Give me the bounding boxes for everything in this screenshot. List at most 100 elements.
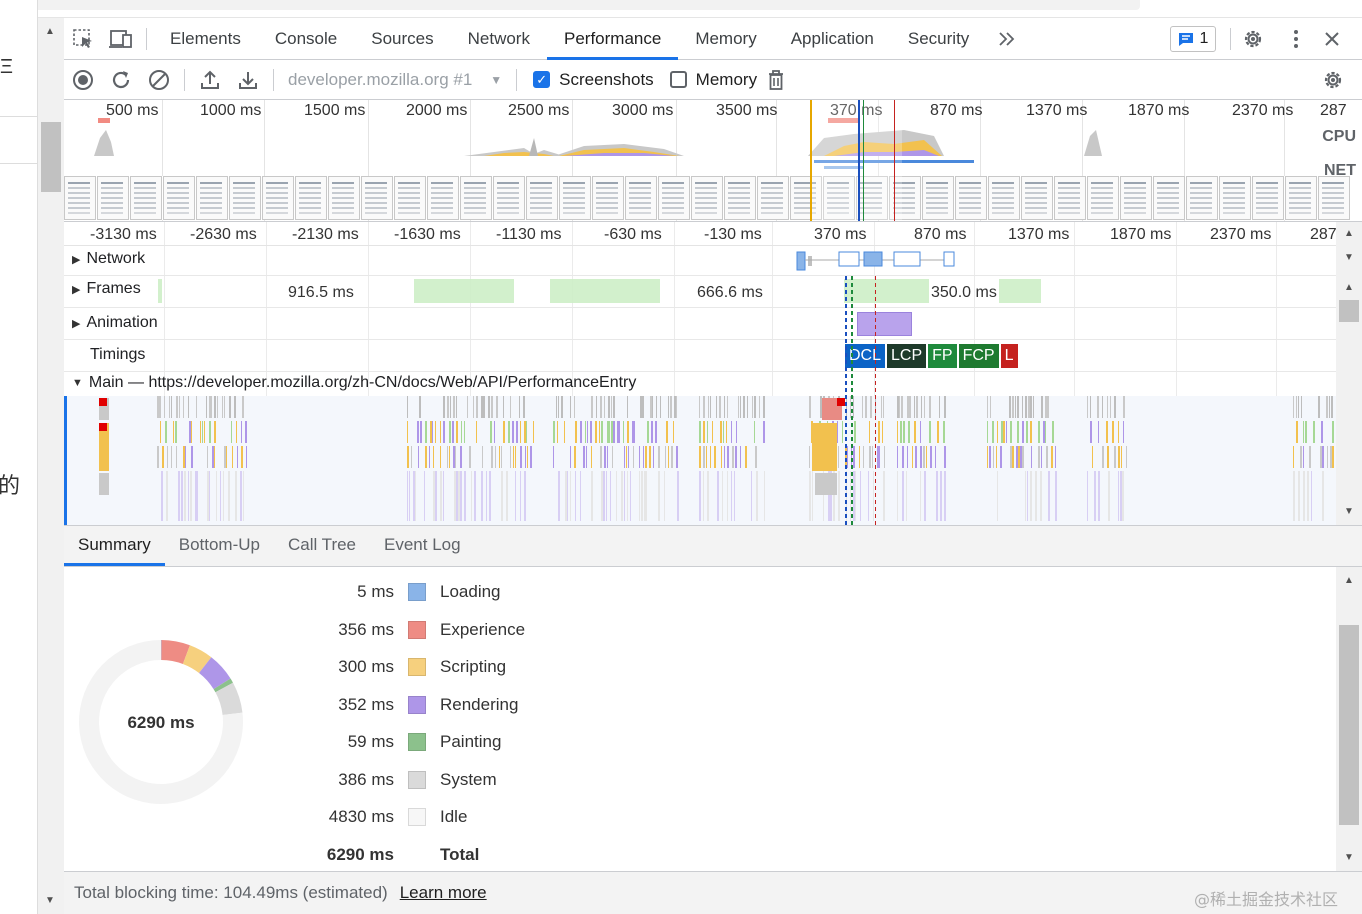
timeline-scroll-thumb[interactable] bbox=[1339, 300, 1359, 322]
flamechart-bar[interactable] bbox=[1313, 421, 1315, 443]
flamechart-bar[interactable] bbox=[727, 471, 728, 521]
flamechart-bar[interactable] bbox=[574, 446, 576, 468]
flamechart-bar[interactable] bbox=[591, 471, 593, 521]
screenshot-thumbnail[interactable] bbox=[262, 176, 294, 220]
flamechart-bar[interactable] bbox=[897, 471, 898, 521]
flamechart-bar[interactable] bbox=[185, 446, 186, 468]
flamechart-bar[interactable] bbox=[921, 396, 922, 418]
flamechart-bar[interactable] bbox=[878, 421, 880, 443]
scroll-down-arrow-icon[interactable]: ▼ bbox=[1344, 252, 1354, 263]
main-thread-flamechart[interactable] bbox=[64, 396, 1336, 525]
flamechart-bar[interactable] bbox=[809, 471, 811, 521]
flamechart-bar[interactable] bbox=[188, 471, 189, 521]
flamechart-bar[interactable] bbox=[456, 396, 457, 418]
flamechart-bar[interactable] bbox=[1038, 421, 1040, 443]
inspect-element-icon[interactable] bbox=[64, 20, 102, 58]
flamechart-bar[interactable] bbox=[519, 396, 520, 418]
flamechart-bar[interactable] bbox=[420, 421, 422, 443]
flamechart-bar[interactable] bbox=[1055, 446, 1056, 468]
tab-elements[interactable]: Elements bbox=[153, 18, 258, 60]
flamechart-bar[interactable] bbox=[626, 446, 627, 468]
flamechart-bar[interactable] bbox=[935, 446, 936, 468]
flamechart-bar[interactable] bbox=[1027, 471, 1028, 521]
flamechart-bar[interactable] bbox=[1020, 446, 1022, 468]
flamechart-bar[interactable] bbox=[231, 421, 232, 443]
flamechart-bar[interactable] bbox=[207, 471, 209, 521]
flamechart-bar[interactable] bbox=[600, 446, 602, 468]
flamechart-bar[interactable] bbox=[726, 421, 727, 443]
flamechart-bar[interactable] bbox=[901, 396, 903, 418]
flamechart-bar[interactable] bbox=[1022, 446, 1024, 468]
flamechart-bar[interactable] bbox=[503, 421, 505, 443]
flamechart-bar[interactable] bbox=[1118, 421, 1119, 443]
screenshot-thumbnail[interactable] bbox=[328, 176, 360, 220]
flamechart-bar[interactable] bbox=[503, 396, 504, 418]
flamechart-bar[interactable] bbox=[609, 421, 610, 443]
tab-sources[interactable]: Sources bbox=[354, 18, 450, 60]
frames-track[interactable]: ▶ Frames 916.5 ms 666.6 ms 350.0 ms bbox=[64, 276, 1336, 308]
flamechart-bar[interactable] bbox=[736, 421, 737, 443]
flamechart-bar[interactable] bbox=[740, 446, 741, 468]
flamechart-bar[interactable] bbox=[604, 446, 606, 468]
flamechart-bar[interactable] bbox=[612, 446, 613, 468]
system-bar[interactable] bbox=[99, 473, 109, 495]
flamechart-bar[interactable] bbox=[883, 396, 884, 418]
screenshot-thumbnail[interactable] bbox=[1054, 176, 1086, 220]
flamechart-bar[interactable] bbox=[204, 421, 205, 443]
flamechart-bar[interactable] bbox=[407, 471, 408, 521]
flamechart-bar[interactable] bbox=[167, 446, 168, 468]
expand-triangle-icon[interactable]: ▶ bbox=[72, 283, 80, 296]
flamechart-bar[interactable] bbox=[1311, 471, 1312, 521]
flamechart-bar[interactable] bbox=[179, 396, 180, 418]
record-icon[interactable] bbox=[64, 61, 102, 99]
network-track[interactable]: ▶ Network bbox=[64, 246, 1336, 276]
flamechart-bar[interactable] bbox=[1327, 446, 1328, 468]
flamechart-bar[interactable] bbox=[435, 421, 436, 443]
flamechart-bar[interactable] bbox=[710, 446, 711, 468]
flamechart-bar[interactable] bbox=[417, 421, 419, 443]
flamechart-bar[interactable] bbox=[1025, 471, 1026, 521]
flamechart-bar[interactable] bbox=[1025, 396, 1027, 418]
flamechart-bar[interactable] bbox=[924, 471, 926, 521]
flamechart-bar[interactable] bbox=[639, 471, 640, 521]
flamechart-bar[interactable] bbox=[591, 446, 592, 468]
flamechart-bar[interactable] bbox=[520, 446, 522, 468]
flamechart-bar[interactable] bbox=[1331, 396, 1333, 418]
flamechart-bar[interactable] bbox=[419, 396, 421, 418]
flamechart-bar[interactable] bbox=[595, 421, 597, 443]
flamechart-bar[interactable] bbox=[989, 446, 991, 468]
flamechart-bar[interactable] bbox=[652, 396, 653, 418]
flamechart-bar[interactable] bbox=[755, 446, 757, 468]
flamechart-bar[interactable] bbox=[642, 396, 644, 418]
flamechart-bar[interactable] bbox=[433, 471, 435, 521]
flamechart-bar[interactable] bbox=[706, 446, 707, 468]
flamechart-bar[interactable] bbox=[460, 471, 462, 521]
screenshot-thumbnail[interactable] bbox=[1219, 176, 1251, 220]
animation-track[interactable]: ▶ Animation bbox=[64, 308, 1336, 340]
flamechart-bar[interactable] bbox=[456, 471, 458, 521]
issues-badge[interactable]: 1 bbox=[1170, 26, 1216, 52]
flamechart-bar[interactable] bbox=[990, 396, 991, 418]
flamechart-bar[interactable] bbox=[853, 396, 854, 418]
flamechart-bar[interactable] bbox=[224, 396, 225, 418]
flamechart-bar[interactable] bbox=[171, 396, 172, 418]
flamechart-bar[interactable] bbox=[1293, 471, 1295, 521]
flamechart-bar[interactable] bbox=[450, 396, 451, 418]
flamechart-bar[interactable] bbox=[1090, 396, 1091, 418]
flamechart-bar[interactable] bbox=[1318, 396, 1320, 418]
flamechart-bar[interactable] bbox=[1045, 421, 1046, 443]
flamechart-bar[interactable] bbox=[424, 471, 425, 521]
flamechart-bar[interactable] bbox=[939, 396, 940, 418]
flamechart-bar[interactable] bbox=[447, 446, 448, 468]
flamechart-bar[interactable] bbox=[1028, 396, 1030, 418]
flamechart-bar[interactable] bbox=[944, 396, 946, 418]
flamechart-bar[interactable] bbox=[1107, 396, 1108, 418]
flamechart-bar[interactable] bbox=[724, 396, 725, 418]
flamechart-bar[interactable] bbox=[613, 421, 615, 443]
flamechart-bar[interactable] bbox=[708, 396, 709, 418]
flamechart-bar[interactable] bbox=[868, 471, 869, 521]
screenshot-thumbnail[interactable] bbox=[1087, 176, 1119, 220]
flamechart-bar[interactable] bbox=[235, 471, 237, 521]
flamechart-bar[interactable] bbox=[1022, 396, 1023, 418]
flamechart-bar[interactable] bbox=[191, 446, 193, 468]
